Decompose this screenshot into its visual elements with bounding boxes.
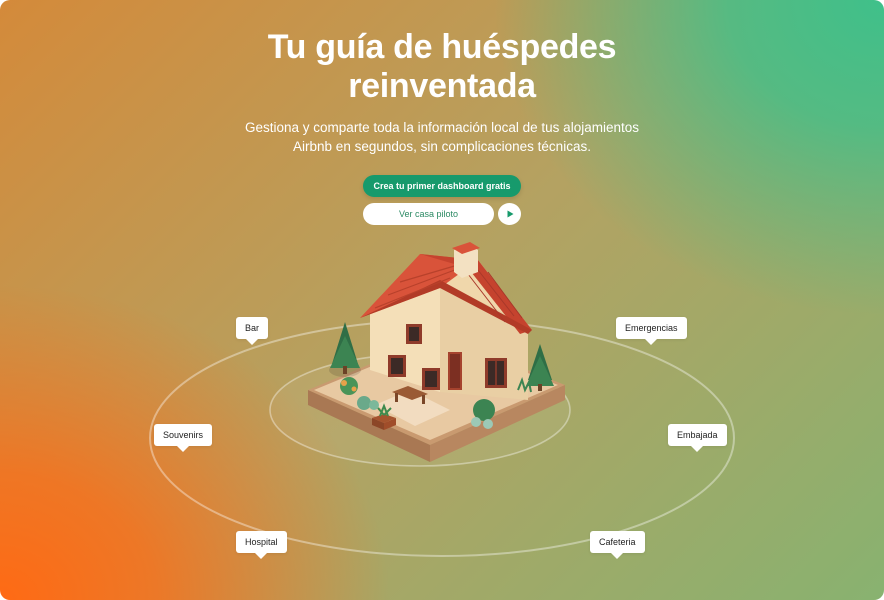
place-tag-emergencias[interactable]: Emergencias bbox=[616, 317, 687, 345]
hero-title: Tu guía de huéspedes reinventada bbox=[0, 28, 884, 106]
place-tag-embajada[interactable]: Embajada bbox=[668, 424, 727, 452]
place-tag-hospital[interactable]: Hospital bbox=[236, 531, 287, 559]
hero-subtitle-line2: Airbnb en segundos, sin complicaciones t… bbox=[293, 139, 591, 154]
place-label-cafeteria: Cafeteria bbox=[599, 537, 636, 547]
hero-section: Tu guía de huéspedes reinventada Gestion… bbox=[0, 0, 884, 600]
place-tag-bar[interactable]: Bar bbox=[236, 317, 269, 345]
place-label-embajada: Embajada bbox=[677, 430, 718, 440]
hero-subtitle: Gestiona y comparte toda la información … bbox=[222, 118, 662, 156]
place-label-souvenirs: Souvenirs bbox=[163, 430, 204, 440]
place-tag-cafeteria[interactable]: Cafeteria bbox=[590, 531, 645, 559]
hero-title-line1: Tu guía de huéspedes bbox=[267, 28, 617, 66]
create-dashboard-button[interactable]: Crea tu primer dashboard gratis bbox=[363, 175, 521, 197]
place-label-emergencias: Emergencias bbox=[625, 323, 678, 333]
play-button[interactable] bbox=[498, 203, 521, 225]
view-pilot-house-button[interactable]: Ver casa piloto bbox=[363, 203, 494, 225]
house-illustration bbox=[308, 242, 565, 462]
place-label-bar: Bar bbox=[245, 323, 260, 333]
hero-title-line2: reinventada bbox=[348, 67, 536, 105]
hero-subtitle-line1: Gestiona y comparte toda la información … bbox=[245, 120, 639, 135]
place-label-hospital: Hospital bbox=[245, 537, 278, 547]
place-tag-souvenirs[interactable]: Souvenirs bbox=[154, 424, 213, 452]
play-icon bbox=[507, 210, 513, 218]
